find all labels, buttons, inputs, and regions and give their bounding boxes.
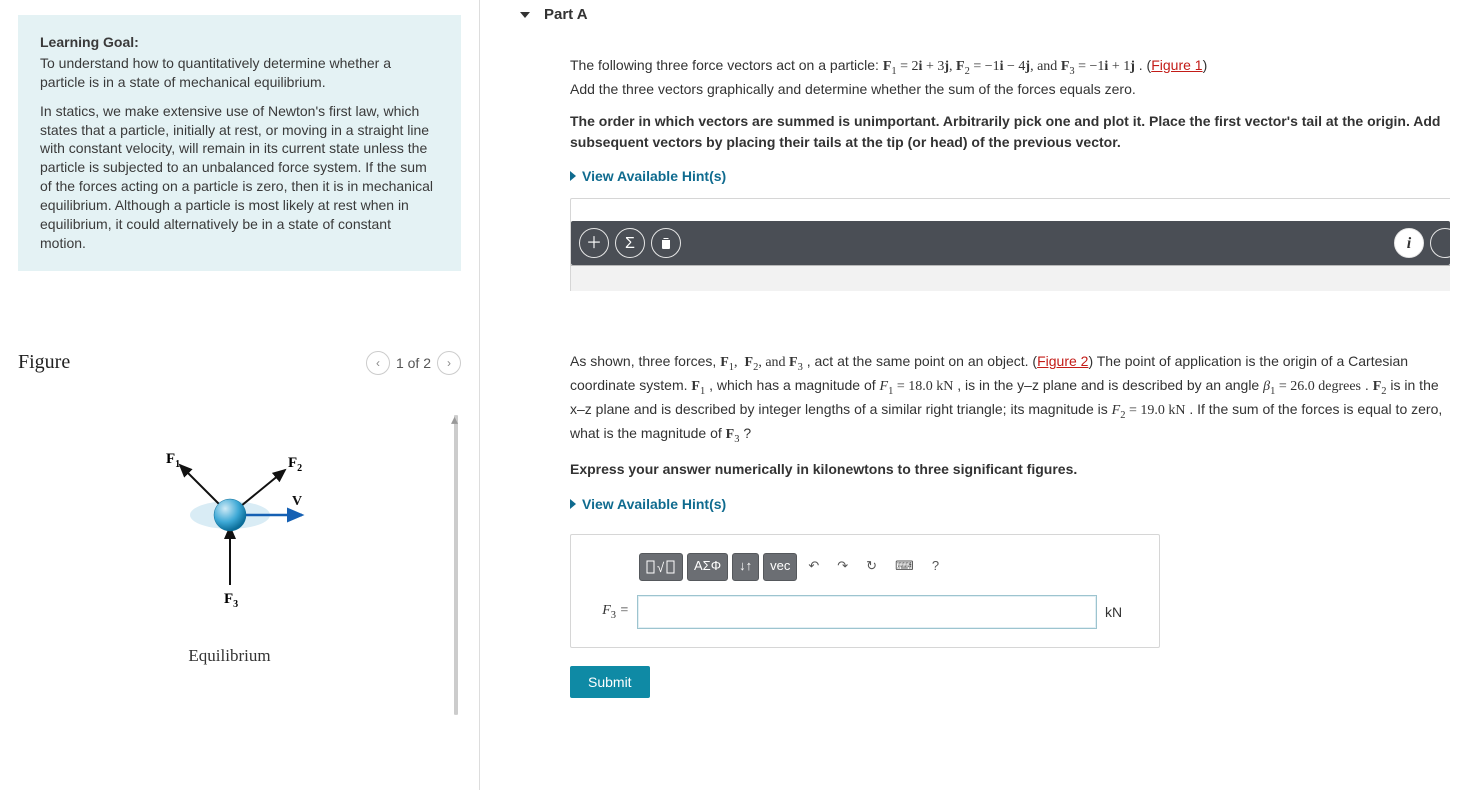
part-a-body: The following three force vectors act on… (510, 35, 1450, 291)
part-a-title: Part A (544, 6, 588, 23)
info-button[interactable]: i (1394, 228, 1424, 258)
vector-canvas[interactable] (571, 265, 1450, 291)
q2-instruct: Express your answer numerically in kilon… (570, 459, 1450, 479)
q2-f1mag: F1 = 18.0 kN (880, 379, 954, 394)
caret-right-icon (570, 499, 576, 509)
q2-a: As shown, three forces, (570, 353, 720, 369)
part-a-p3: The order in which vectors are summed is… (570, 111, 1450, 152)
q2-text: As shown, three forces, F1, F2, and F3 ,… (570, 351, 1450, 447)
svg-text:√: √ (657, 560, 665, 575)
q2-forces: F1, F2, and F3 (720, 355, 803, 370)
greek-button[interactable]: ΑΣΦ (687, 553, 728, 581)
template-button[interactable]: √ (639, 553, 683, 581)
delete-button[interactable] (651, 228, 681, 258)
figure-nav: ‹ 1 of 2 › (366, 351, 461, 375)
figure-image: F1 F2 V F3 Equilibrium (18, 405, 441, 666)
q2-i: ? (743, 425, 751, 441)
q2-e: , is in the y–z plane and is described b… (957, 377, 1263, 393)
figure-pager: 1 of 2 (396, 355, 431, 371)
figure-prev-button[interactable]: ‹ (366, 351, 390, 375)
vector-toolbar: ＋ Σ i (571, 221, 1450, 265)
left-column: Learning Goal: To understand how to quan… (10, 0, 480, 790)
more-button[interactable] (1430, 228, 1450, 258)
answer-row: F3 = kN (589, 595, 1141, 629)
equation-toolbar: √ ΑΣΦ ↓↑ vec ↶ ↷ ↻ ⌨ ? (639, 553, 1141, 581)
q2-d: , which has a magnitude of (709, 377, 879, 393)
q2-f2mag: F2 = 19.0 kN (1112, 403, 1186, 418)
equilibrium-diagram: F1 F2 V F3 (120, 445, 340, 625)
answer-unit: kN (1105, 602, 1122, 622)
figure-2-link[interactable]: Figure 2 (1037, 353, 1088, 369)
svg-text:F1: F1 (166, 451, 180, 470)
part-a-p2: Add the three vectors graphically and de… (570, 79, 1450, 99)
answer-label: F3 = (589, 601, 629, 623)
figure-body: F1 F2 V F3 Equilibrium ▴ (18, 405, 461, 715)
q2-f: . (1365, 377, 1373, 393)
hints-label-b: View Available Hint(s) (582, 494, 726, 514)
q2-beta: β1 = 26.0 degrees (1263, 379, 1361, 394)
part-a-header[interactable]: Part A (510, 0, 1450, 35)
answer-input[interactable] (637, 595, 1097, 629)
figure-scrollbar[interactable]: ▴ (451, 415, 461, 715)
q2-f3: F3 (726, 427, 740, 442)
caret-down-icon (520, 12, 530, 18)
sum-button[interactable]: Σ (615, 228, 645, 258)
part-a-p1: The following three force vectors act on… (570, 55, 1450, 79)
q2-b: , act at the same point on an object. ( (807, 353, 1037, 369)
figure-next-button[interactable]: › (437, 351, 461, 375)
p1-math: F1 = 2i + 3j, F2 = −1i − 4j, and F3 = −1… (883, 59, 1135, 74)
svg-text:V: V (292, 494, 302, 509)
undo-button[interactable]: ↶ (801, 553, 826, 581)
figure-title: Figure (18, 351, 70, 374)
second-question: As shown, three forces, F1, F2, and F3 ,… (510, 351, 1450, 698)
right-column: Part A The following three force vectors… (480, 0, 1450, 790)
scroll-up-icon: ▴ (451, 411, 461, 421)
figure-section: Figure ‹ 1 of 2 › (10, 351, 469, 715)
page: Learning Goal: To understand how to quan… (0, 0, 1460, 790)
redo-button[interactable]: ↷ (830, 553, 855, 581)
svg-text:F2: F2 (288, 455, 302, 474)
figure-header: Figure ‹ 1 of 2 › (18, 351, 461, 375)
svg-text:F3: F3 (224, 591, 238, 610)
vec-button[interactable]: vec (763, 553, 797, 581)
learning-goal-intro: To understand how to quantitatively dete… (40, 54, 439, 92)
answer-box: √ ΑΣΦ ↓↑ vec ↶ ↷ ↻ ⌨ ? F3 = kN (570, 534, 1160, 648)
learning-goal-body: In statics, we make extensive use of New… (40, 102, 439, 253)
q2-f2: F2 (1373, 379, 1387, 394)
p1-close: ) (1203, 57, 1208, 73)
learning-goal-box: Learning Goal: To understand how to quan… (18, 15, 461, 271)
learning-goal-heading: Learning Goal: (40, 33, 439, 52)
reset-button[interactable]: ↻ (859, 553, 884, 581)
p1-pre: The following three force vectors act on… (570, 57, 883, 73)
add-vector-button[interactable]: ＋ (579, 228, 609, 258)
keyboard-button[interactable]: ⌨ (888, 553, 921, 581)
view-hints-b[interactable]: View Available Hint(s) (570, 494, 1450, 514)
help-button[interactable]: ? (925, 553, 946, 581)
subscript-button[interactable]: ↓↑ (732, 553, 759, 581)
figure-caption: Equilibrium (18, 646, 441, 666)
submit-button[interactable]: Submit (570, 666, 650, 698)
figure-1-link[interactable]: Figure 1 (1151, 57, 1202, 73)
view-hints-a[interactable]: View Available Hint(s) (570, 166, 1450, 186)
p1-post: . ( (1139, 57, 1151, 73)
q2-f1: F1 (691, 379, 705, 394)
hints-label-a: View Available Hint(s) (582, 166, 726, 186)
caret-right-icon (570, 171, 576, 181)
